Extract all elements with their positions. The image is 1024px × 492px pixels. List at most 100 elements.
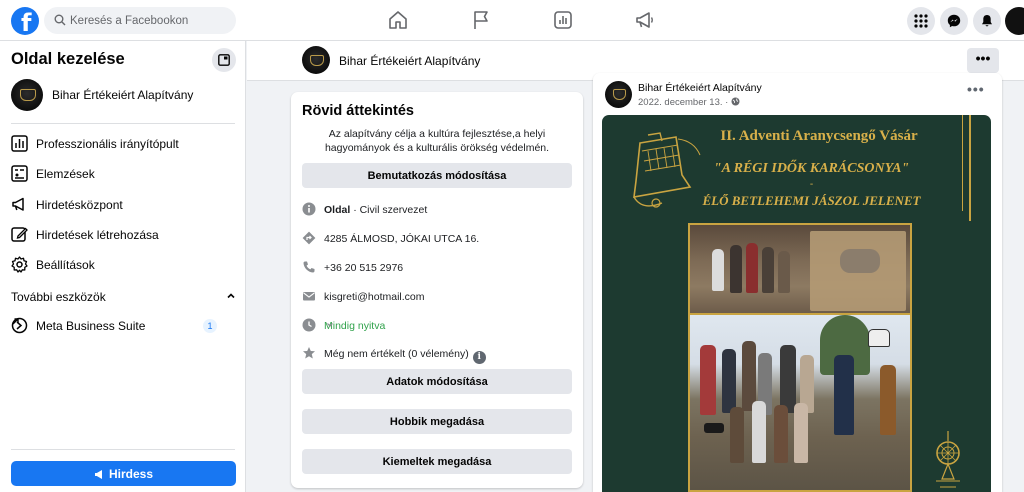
edit-intro-button[interactable]: Bemutatkozás módosítása [302, 163, 572, 188]
promote-button[interactable]: Hirdess [11, 461, 236, 486]
page-avatar[interactable] [302, 46, 330, 74]
person-shape [730, 245, 742, 293]
feed-post: Bihar Értékeiért Alapítvány 2022. decemb… [593, 73, 1002, 492]
menu-grid-button[interactable] [907, 7, 935, 35]
divider [11, 123, 235, 124]
top-navigation-bar: f [0, 0, 1024, 41]
phone-row: +36 20 515 2976 [302, 259, 572, 277]
intro-title: Rövid áttekintés [302, 103, 414, 119]
nativity-photo-1 [688, 223, 912, 315]
phone-text: +36 20 515 2976 [324, 262, 404, 274]
email-row: kisgreti@hotmail.com [302, 288, 572, 306]
add-featured-button[interactable]: Kiemeltek megadása [302, 449, 572, 474]
rating-row: Még nem értékelt (0 vélemény) i [302, 345, 572, 364]
divider [11, 449, 235, 450]
notifications-button[interactable] [973, 7, 1001, 35]
megaphone-nav-icon[interactable] [633, 8, 657, 32]
person-shape [880, 365, 896, 435]
info-icon [302, 202, 316, 216]
person-shape [834, 355, 854, 435]
child-shape [730, 407, 744, 463]
sidebar-item-ad-center[interactable]: Hirdetésközpont [11, 192, 235, 218]
hours-row[interactable]: Mindig nyitva [302, 317, 572, 335]
email-icon [303, 292, 315, 301]
insights-icon [11, 165, 28, 182]
email-text[interactable]: kisgreti@hotmail.com [324, 291, 425, 303]
rating-info-icon[interactable]: i [472, 351, 486, 364]
facebook-logo-icon[interactable]: f [11, 7, 39, 37]
address-text: 4285 ÁLMOSD, JÓKAI UTCA 16. [324, 233, 480, 245]
collapse-sidebar-button[interactable] [212, 48, 236, 72]
post-author-name[interactable]: Bihar Értékeiért Alapítvány [638, 82, 762, 94]
grid-icon [914, 14, 928, 28]
external-link-icon [12, 318, 19, 325]
globe-icon [731, 97, 740, 106]
golden-ornament-icon [936, 431, 960, 488]
megaphone-icon [94, 469, 102, 479]
address-row: 4285 ÁLMOSD, JÓKAI UTCA 16. [302, 230, 572, 248]
flag-icon[interactable] [469, 8, 493, 32]
sidebar-title: Oldal kezelése [11, 50, 125, 68]
more-tools-heading: További eszközök [11, 290, 106, 304]
page-category: · Civil szervezet [353, 204, 428, 216]
add-hobbies-button[interactable]: Hobbik megadása [302, 409, 572, 434]
sign-shape [868, 329, 890, 347]
sidebar-item-create-ads[interactable]: Hirdetések létrehozása [11, 222, 235, 248]
sidebar-item-label: Beállítások [36, 258, 95, 272]
sidebar-item-label: Hirdetések létrehozása [36, 228, 159, 242]
person-shape [700, 345, 716, 415]
sidebar-page-profile[interactable]: Bihar Értékeiért Alapítvány [11, 79, 235, 113]
search-icon [54, 14, 66, 26]
phone-icon [303, 261, 315, 273]
page-more-button[interactable]: ••• [967, 48, 999, 73]
post-date-text: 2022. december 13. · [638, 97, 729, 108]
rating-text: Még nem értékelt (0 vélemény) [324, 348, 469, 360]
poster-title: II. Adventi Aranycsengő Vásár [720, 128, 918, 144]
messenger-icon [947, 14, 961, 28]
page-header-name[interactable]: Bihar Értékeiért Alapítvány [339, 54, 480, 68]
child-shape [752, 401, 766, 463]
intro-card: Rövid áttekintés Az alapítvány célja a k… [291, 92, 583, 488]
sidebar-item-settings[interactable]: Beállítások [11, 252, 235, 278]
child-shape [774, 405, 788, 463]
notification-badge: 1 [203, 319, 217, 333]
intro-description: Az alapítvány célja a kultúra fejlesztés… [324, 128, 550, 154]
post-image[interactable]: II. Adventi Aranycsengő Vásár "A RÉGI ID… [602, 115, 991, 492]
directions-icon [302, 231, 316, 245]
insights-nav-icon[interactable] [551, 8, 575, 32]
poster-dash: - [809, 179, 814, 190]
poster-subtitle-2: ÉLŐ BETLEHEMI JÁSZOL JELENET [702, 193, 921, 208]
person-shape [780, 345, 796, 413]
bell-icon [982, 15, 992, 27]
messenger-button[interactable] [940, 7, 968, 35]
edit-details-button[interactable]: Adatok módosítása [302, 369, 572, 394]
sidebar-item-label: Professzionális irányítópult [36, 137, 179, 151]
page-type-label: Oldal [324, 204, 351, 216]
search-input[interactable] [70, 7, 230, 34]
sidebar-item-insights[interactable]: Elemzések [11, 161, 235, 187]
account-avatar[interactable] [1005, 7, 1024, 35]
post-date[interactable]: 2022. december 13. · [638, 97, 740, 108]
person-shape [778, 251, 790, 293]
star-icon [303, 347, 315, 359]
megaphone-icon [12, 197, 24, 211]
sidebar-page-name: Bihar Értékeiért Alapítvány [52, 88, 194, 102]
post-options-button[interactable]: ••• [967, 81, 985, 97]
sidebar-item-professional-dashboard[interactable]: Professzionális irányítópult [11, 131, 235, 157]
search-box[interactable] [44, 7, 236, 34]
gear-icon [11, 256, 28, 273]
poster-subtitle: "A RÉGI IDŐK KARÁCSONYA" [713, 161, 910, 176]
sidebar-item-meta-business-suite[interactable]: Meta Business Suite 1 [11, 313, 235, 339]
nativity-photo-2 [688, 313, 912, 492]
post-author-avatar[interactable] [605, 81, 632, 108]
sidebar-item-label: Meta Business Suite [36, 319, 146, 333]
person-shape [722, 349, 736, 413]
person-shape [746, 243, 758, 293]
home-icon[interactable] [386, 8, 410, 32]
page-avatar [11, 79, 43, 111]
chevron-up-icon[interactable] [226, 291, 236, 301]
clock-icon [302, 318, 316, 332]
category-row: Oldal · Civil szervezet [302, 201, 572, 219]
sheep-shape [840, 249, 880, 273]
sidebar-item-label: Hirdetésközpont [36, 198, 123, 212]
